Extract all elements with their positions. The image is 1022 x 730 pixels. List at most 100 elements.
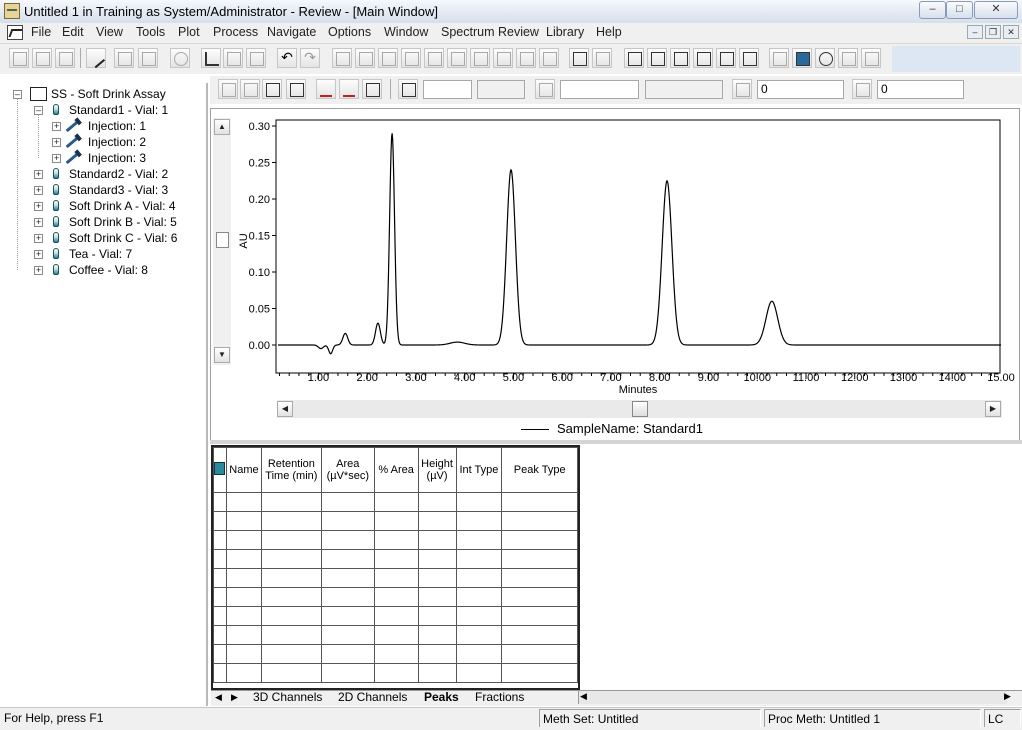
table-cell[interactable] bbox=[501, 492, 578, 512]
expand-icon[interactable]: + bbox=[34, 186, 43, 195]
table-cell[interactable] bbox=[417, 549, 457, 569]
table-cell[interactable] bbox=[373, 549, 419, 569]
toolbar-field-c[interactable] bbox=[560, 80, 639, 99]
toolbar-button-3[interactable] bbox=[55, 48, 75, 68]
table-cell[interactable] bbox=[320, 568, 375, 588]
tools-icon[interactable] bbox=[86, 48, 106, 69]
table-cell[interactable] bbox=[501, 511, 578, 531]
menu-library[interactable]: Library bbox=[546, 25, 584, 39]
toolbar-button-17[interactable] bbox=[424, 48, 444, 68]
toolbar-button-9[interactable] bbox=[223, 48, 243, 68]
table-cell[interactable] bbox=[320, 492, 375, 512]
tree-item-standard1[interactable]: – Standard1 - Vial: 1 bbox=[34, 102, 204, 118]
table-cell[interactable] bbox=[225, 530, 262, 550]
table-cell[interactable] bbox=[373, 511, 419, 531]
toolbar-button-19[interactable] bbox=[470, 48, 490, 68]
menu-spectrum-review[interactable]: Spectrum Review bbox=[441, 25, 539, 39]
copy-icon[interactable] bbox=[647, 48, 667, 68]
table-cell[interactable] bbox=[455, 606, 503, 626]
table-cell[interactable] bbox=[320, 511, 375, 531]
menu-options[interactable]: Options bbox=[328, 25, 371, 39]
table-row[interactable] bbox=[213, 568, 578, 588]
mdi-restore-button[interactable]: ❐ bbox=[985, 25, 1001, 39]
row-selector[interactable] bbox=[213, 549, 227, 569]
table-cell[interactable] bbox=[260, 492, 322, 512]
table-cell[interactable] bbox=[417, 530, 457, 550]
toolbar-button-13[interactable] bbox=[332, 48, 352, 68]
table-cell[interactable] bbox=[320, 587, 375, 607]
menu-file[interactable]: File bbox=[31, 25, 51, 39]
table-row[interactable] bbox=[213, 587, 578, 607]
table-cell[interactable] bbox=[225, 492, 262, 512]
row-selector[interactable] bbox=[213, 606, 227, 626]
expand-icon[interactable]: + bbox=[52, 138, 61, 147]
row-selector[interactable] bbox=[213, 663, 227, 683]
vial-icon[interactable] bbox=[792, 48, 812, 68]
mdi-minimize-button[interactable]: – bbox=[967, 25, 983, 39]
maximize-button[interactable]: □ bbox=[946, 1, 973, 19]
toolbar-field-e[interactable]: 0 bbox=[757, 80, 844, 99]
table-cell[interactable] bbox=[320, 625, 375, 645]
table-cell[interactable] bbox=[501, 606, 578, 626]
toolbar-field-d[interactable] bbox=[645, 80, 723, 99]
toolbar-button-21[interactable] bbox=[516, 48, 536, 68]
table-cell[interactable] bbox=[260, 530, 322, 550]
table-cell[interactable] bbox=[501, 587, 578, 607]
table-cell[interactable] bbox=[373, 530, 419, 550]
report-icon[interactable] bbox=[716, 48, 736, 68]
table-cell[interactable] bbox=[455, 549, 503, 569]
collapse-icon[interactable]: – bbox=[34, 106, 43, 115]
table-cell[interactable] bbox=[320, 663, 375, 683]
table-cell[interactable] bbox=[501, 644, 578, 664]
table-cell[interactable] bbox=[417, 492, 457, 512]
toolbar-field-b[interactable] bbox=[477, 80, 525, 99]
toolbar-button-6[interactable] bbox=[138, 48, 158, 68]
column-header-area[interactable]: Area (µV*sec) bbox=[320, 447, 375, 493]
table-cell[interactable] bbox=[260, 587, 322, 607]
row-selector[interactable] bbox=[213, 492, 227, 512]
table-cell[interactable] bbox=[417, 663, 457, 683]
close-button[interactable]: ✕ bbox=[974, 1, 1018, 19]
tree-item-soft-drink-c[interactable]: + Soft Drink C - Vial: 6 bbox=[34, 230, 204, 246]
database-icon[interactable] bbox=[815, 48, 835, 68]
table-cell[interactable] bbox=[320, 530, 375, 550]
peak-icon[interactable] bbox=[624, 48, 644, 68]
table-cell[interactable] bbox=[373, 606, 419, 626]
row-selector[interactable] bbox=[213, 644, 227, 664]
chart-toolbar-button-8[interactable] bbox=[398, 79, 418, 99]
edit-icon[interactable] bbox=[693, 48, 713, 68]
chart-toolbar-button-10[interactable] bbox=[732, 79, 752, 99]
undo-icon[interactable]: ↶ bbox=[277, 48, 297, 68]
expand-icon[interactable]: + bbox=[34, 250, 43, 259]
column-header-int-type[interactable]: Int Type bbox=[455, 447, 503, 493]
column-header-height[interactable]: Height (µV) bbox=[417, 447, 457, 493]
toolbar-button-2[interactable] bbox=[32, 48, 52, 68]
table-cell[interactable] bbox=[501, 530, 578, 550]
table-cell[interactable] bbox=[417, 511, 457, 531]
tree-item-injection-2[interactable]: + Injection: 2 bbox=[52, 134, 202, 150]
table-cell[interactable] bbox=[225, 587, 262, 607]
tabs-h-scrollbar[interactable] bbox=[578, 691, 1007, 704]
expand-icon[interactable]: + bbox=[34, 234, 43, 243]
table-cell[interactable] bbox=[260, 606, 322, 626]
table-cell[interactable] bbox=[320, 606, 375, 626]
table-cell[interactable] bbox=[417, 644, 457, 664]
scroll-left-button[interactable]: ◀ bbox=[277, 401, 293, 417]
row-selector[interactable] bbox=[213, 530, 227, 550]
stack-peaks-icon[interactable] bbox=[362, 79, 382, 99]
table-row[interactable] bbox=[213, 625, 578, 645]
tree-item-injection-1[interactable]: + Injection: 1 bbox=[52, 118, 202, 134]
table-cell[interactable] bbox=[260, 644, 322, 664]
table-cell[interactable] bbox=[373, 568, 419, 588]
toolbar-button-16[interactable] bbox=[401, 48, 421, 68]
tree-root[interactable]: – SS - Soft Drink Assay bbox=[13, 86, 203, 102]
table-corner-icon[interactable] bbox=[213, 447, 227, 493]
table-cell[interactable] bbox=[373, 625, 419, 645]
toolbar-button-10[interactable] bbox=[246, 48, 266, 68]
table-cell[interactable] bbox=[417, 587, 457, 607]
table-cell[interactable] bbox=[417, 568, 457, 588]
tree-item-coffee[interactable]: + Coffee - Vial: 8 bbox=[34, 262, 204, 278]
toolbar-button-14[interactable] bbox=[355, 48, 375, 68]
table-cell[interactable] bbox=[417, 606, 457, 626]
expand-icon[interactable]: + bbox=[52, 122, 61, 131]
